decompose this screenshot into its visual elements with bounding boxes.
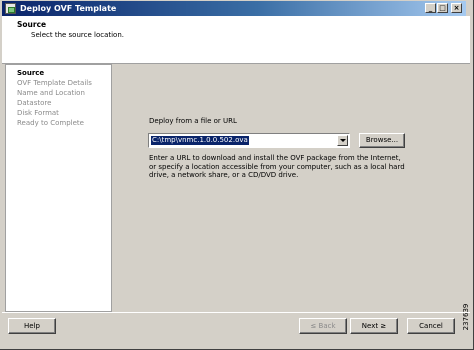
help-button[interactable]: Help <box>8 318 56 334</box>
minimize-button[interactable]: _ <box>425 3 436 13</box>
source-description: Enter a URL to download and install the … <box>149 154 405 179</box>
page-title: Source <box>17 20 47 29</box>
chevron-down-icon[interactable] <box>337 135 348 146</box>
back-button[interactable]: ≤ Back <box>299 318 347 334</box>
next-button[interactable]: Next ≥ <box>350 318 398 334</box>
window-title: Deploy OVF Template <box>20 4 117 13</box>
source-content-panel: Deploy from a file or URL C:\tmp\vnmc.1.… <box>113 64 471 312</box>
step-datastore: Datastore <box>17 99 52 107</box>
footer-divider <box>2 312 470 313</box>
source-path-combobox[interactable]: C:\tmp\vnmc.1.0.0.502.ova <box>148 133 350 148</box>
title-bar[interactable]: Deploy OVF Template _ □ × <box>2 1 466 16</box>
step-source[interactable]: Source <box>17 68 44 78</box>
page-subtitle: Select the source location. <box>31 31 125 39</box>
deploy-from-label: Deploy from a file or URL <box>149 117 237 125</box>
source-path-value[interactable]: C:\tmp\vnmc.1.0.0.502.ova <box>151 136 249 145</box>
step-ready-to-complete: Ready to Complete <box>17 119 84 127</box>
browse-button[interactable]: Browse... <box>359 133 405 148</box>
step-name-and-location: Name and Location <box>17 89 85 97</box>
maximize-button[interactable]: □ <box>437 3 448 13</box>
close-button[interactable]: × <box>451 3 462 13</box>
wizard-header: Source Select the source location. <box>2 16 470 64</box>
step-ovf-template-details: OVF Template Details <box>17 79 92 87</box>
cancel-button[interactable]: Cancel <box>407 318 455 334</box>
deploy-ovf-dialog: Deploy OVF Template _ □ × Source Select … <box>0 0 474 350</box>
ovf-app-icon <box>5 3 16 14</box>
wizard-steps-panel: Source OVF Template Details Name and Loc… <box>5 64 112 312</box>
step-disk-format: Disk Format <box>17 109 59 117</box>
figure-id-label: 237639 <box>462 303 470 331</box>
